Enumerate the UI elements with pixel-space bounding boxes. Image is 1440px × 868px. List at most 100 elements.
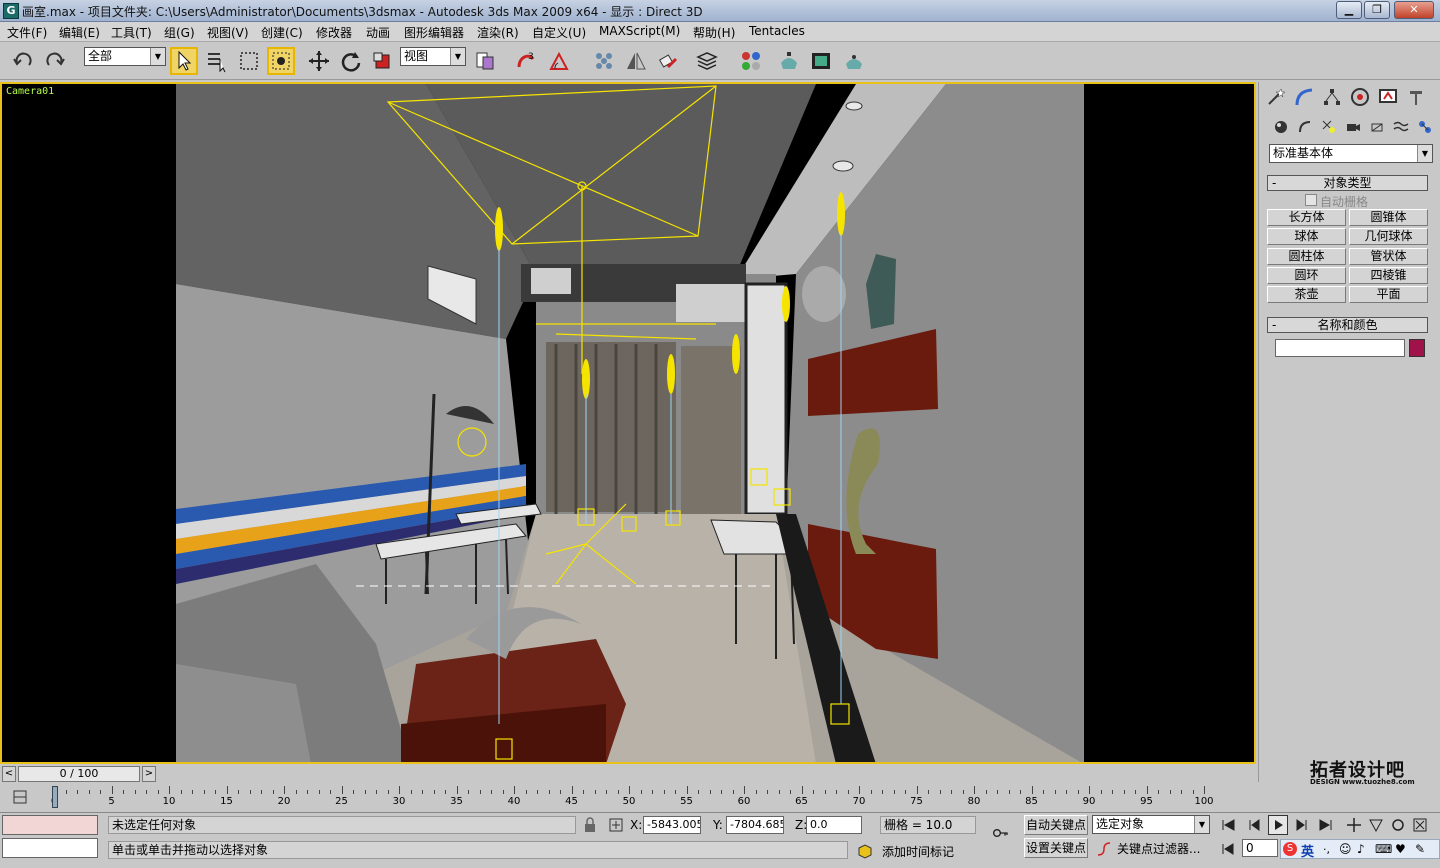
current-frame-field[interactable]: 0 <box>1242 839 1278 857</box>
object-category-dropdown[interactable]: 标准基本体 ▼ <box>1269 144 1433 163</box>
menu-views[interactable]: 视图(V) <box>207 24 249 41</box>
menu-tools[interactable]: 工具(T) <box>111 24 152 41</box>
pan-view-icon[interactable] <box>1344 815 1364 835</box>
select-object-icon[interactable] <box>170 47 198 75</box>
geometry-icon[interactable] <box>1271 117 1291 137</box>
snap-toggle-icon[interactable]: 3 <box>512 47 540 75</box>
modify-tab-icon[interactable] <box>1291 86 1317 108</box>
ime-skin-icon[interactable]: ♥ <box>1395 842 1406 856</box>
box-button[interactable]: 长方体 <box>1267 209 1346 226</box>
lock-icon[interactable] <box>580 815 600 835</box>
tube-button[interactable]: 管状体 <box>1349 248 1428 265</box>
display-tab-icon[interactable] <box>1375 86 1401 108</box>
cylinder-button[interactable]: 圆柱体 <box>1267 248 1346 265</box>
menu-group[interactable]: 组(G) <box>164 24 195 41</box>
play-icon[interactable] <box>1268 815 1288 835</box>
select-by-name-icon[interactable] <box>203 47 231 75</box>
lights-icon[interactable] <box>1319 117 1339 137</box>
menu-help[interactable]: 帮助(H) <box>693 24 735 41</box>
close-button[interactable]: ✕ <box>1394 1 1434 19</box>
rendered-frame-window-icon[interactable] <box>807 47 835 75</box>
viewport-label[interactable]: Camera01 <box>6 86 54 97</box>
cameras-icon[interactable] <box>1343 117 1363 137</box>
name-color-rollout[interactable]: - 名称和颜色 <box>1267 317 1428 333</box>
align-icon[interactable] <box>654 47 682 75</box>
timeline-ruler[interactable]: 0510152025303540455055606570758085909510… <box>51 784 1214 812</box>
ime-language[interactable]: 英 <box>1301 841 1314 860</box>
ime-emoji-icon[interactable]: ☺ <box>1339 842 1352 856</box>
helpers-icon[interactable] <box>1367 117 1387 137</box>
add-time-tag[interactable]: 添加时间标记 <box>882 843 954 860</box>
key-mode-toggle-icon[interactable] <box>1218 839 1238 859</box>
object-name-input[interactable] <box>1275 339 1405 357</box>
shapes-icon[interactable] <box>1295 117 1315 137</box>
3ds-max-icon[interactable]: G <box>3 3 19 19</box>
time-tag-icon[interactable] <box>855 841 875 861</box>
z-coordinate-field[interactable]: 0.0 <box>806 816 862 834</box>
go-to-end-icon[interactable] <box>1316 815 1336 835</box>
time-slider-handle[interactable] <box>52 786 58 808</box>
menu-modifiers[interactable]: 修改器 <box>316 24 352 41</box>
menu-graph-editors[interactable]: 图形编辑器 <box>404 24 464 41</box>
set-key-button[interactable]: 设置关键点 <box>1024 838 1088 858</box>
set-key-icon[interactable] <box>986 823 1016 843</box>
cone-button[interactable]: 圆锥体 <box>1349 209 1428 226</box>
auto-key-button[interactable]: 自动关键点 <box>1024 815 1088 835</box>
go-to-start-icon[interactable] <box>1218 815 1238 835</box>
menu-maxscript[interactable]: MAXScript(M) <box>599 24 680 38</box>
menu-edit[interactable]: 编辑(E) <box>59 24 100 41</box>
next-frame-icon[interactable] <box>1292 815 1312 835</box>
geosphere-button[interactable]: 几何球体 <box>1349 228 1428 245</box>
render-setup-icon[interactable] <box>775 47 803 75</box>
menu-tentacles[interactable]: Tentacles <box>749 24 805 38</box>
move-icon[interactable] <box>305 47 333 75</box>
previous-frame-icon[interactable] <box>1244 815 1264 835</box>
named-selection-icon[interactable] <box>590 47 618 75</box>
systems-icon[interactable] <box>1415 117 1435 137</box>
maxscript-listener-input[interactable] <box>2 815 98 835</box>
window-crossing-icon[interactable] <box>267 47 295 75</box>
track-bar[interactable]: 0510152025303540455055606570758085909510… <box>0 784 1256 812</box>
object-type-rollout[interactable]: - 对象类型 <box>1267 175 1428 191</box>
menu-customize[interactable]: 自定义(U) <box>532 24 586 41</box>
layer-manager-icon[interactable] <box>693 47 721 75</box>
scale-icon[interactable] <box>368 47 396 75</box>
ime-punct-icon[interactable]: ·, <box>1323 843 1330 856</box>
hierarchy-tab-icon[interactable] <box>1319 86 1345 108</box>
key-filters-button[interactable]: 关键点过滤器... <box>1117 840 1200 857</box>
plane-button[interactable]: 平面 <box>1349 286 1428 303</box>
quick-render-icon[interactable] <box>840 47 868 75</box>
selection-filter-dropdown[interactable]: 全部 ▼ <box>84 47 166 66</box>
prev-frame-arrow[interactable]: < <box>2 766 16 782</box>
pyramid-button[interactable]: 四棱锥 <box>1349 267 1428 284</box>
auto-grid-checkbox[interactable] <box>1305 194 1317 206</box>
menu-animation[interactable]: 动画 <box>366 24 390 41</box>
curve-editor-icon[interactable] <box>10 787 30 807</box>
rectangular-selection-icon[interactable] <box>235 47 263 75</box>
object-color-swatch[interactable] <box>1409 339 1425 357</box>
next-frame-arrow[interactable]: > <box>142 766 156 782</box>
ime-keyboard-icon[interactable]: ⌨ <box>1375 842 1392 856</box>
maximize-viewport-icon[interactable] <box>1410 815 1430 835</box>
minimize-button[interactable]: ▁ <box>1336 1 1362 19</box>
angle-snap-icon[interactable] <box>545 47 573 75</box>
motion-tab-icon[interactable] <box>1347 86 1373 108</box>
y-coordinate-field[interactable]: -7804.685 <box>726 816 784 834</box>
reference-coord-dropdown[interactable]: 视图 ▼ <box>400 47 466 66</box>
material-editor-icon[interactable] <box>737 47 765 75</box>
space-warps-icon[interactable] <box>1391 117 1411 137</box>
create-tab-icon[interactable] <box>1263 86 1289 108</box>
ime-voice-icon[interactable]: ♪ <box>1357 842 1365 856</box>
absolute-mode-icon[interactable] <box>606 815 626 835</box>
key-mode-dropdown[interactable]: 选定对象 ▼ <box>1092 815 1210 834</box>
menu-file[interactable]: 文件(F) <box>7 24 47 41</box>
redo-icon[interactable] <box>41 47 69 75</box>
maxscript-result-field[interactable] <box>2 838 98 858</box>
pivot-center-icon[interactable] <box>471 47 499 75</box>
maximize-button[interactable]: ❐ <box>1364 1 1390 19</box>
frame-counter[interactable]: 0 / 100 <box>18 766 140 782</box>
ime-tools-icon[interactable]: ✎ <box>1415 842 1425 856</box>
utilities-tab-icon[interactable] <box>1403 86 1429 108</box>
menu-rendering[interactable]: 渲染(R) <box>477 24 519 41</box>
x-coordinate-field[interactable]: -5843.005 <box>643 816 701 834</box>
